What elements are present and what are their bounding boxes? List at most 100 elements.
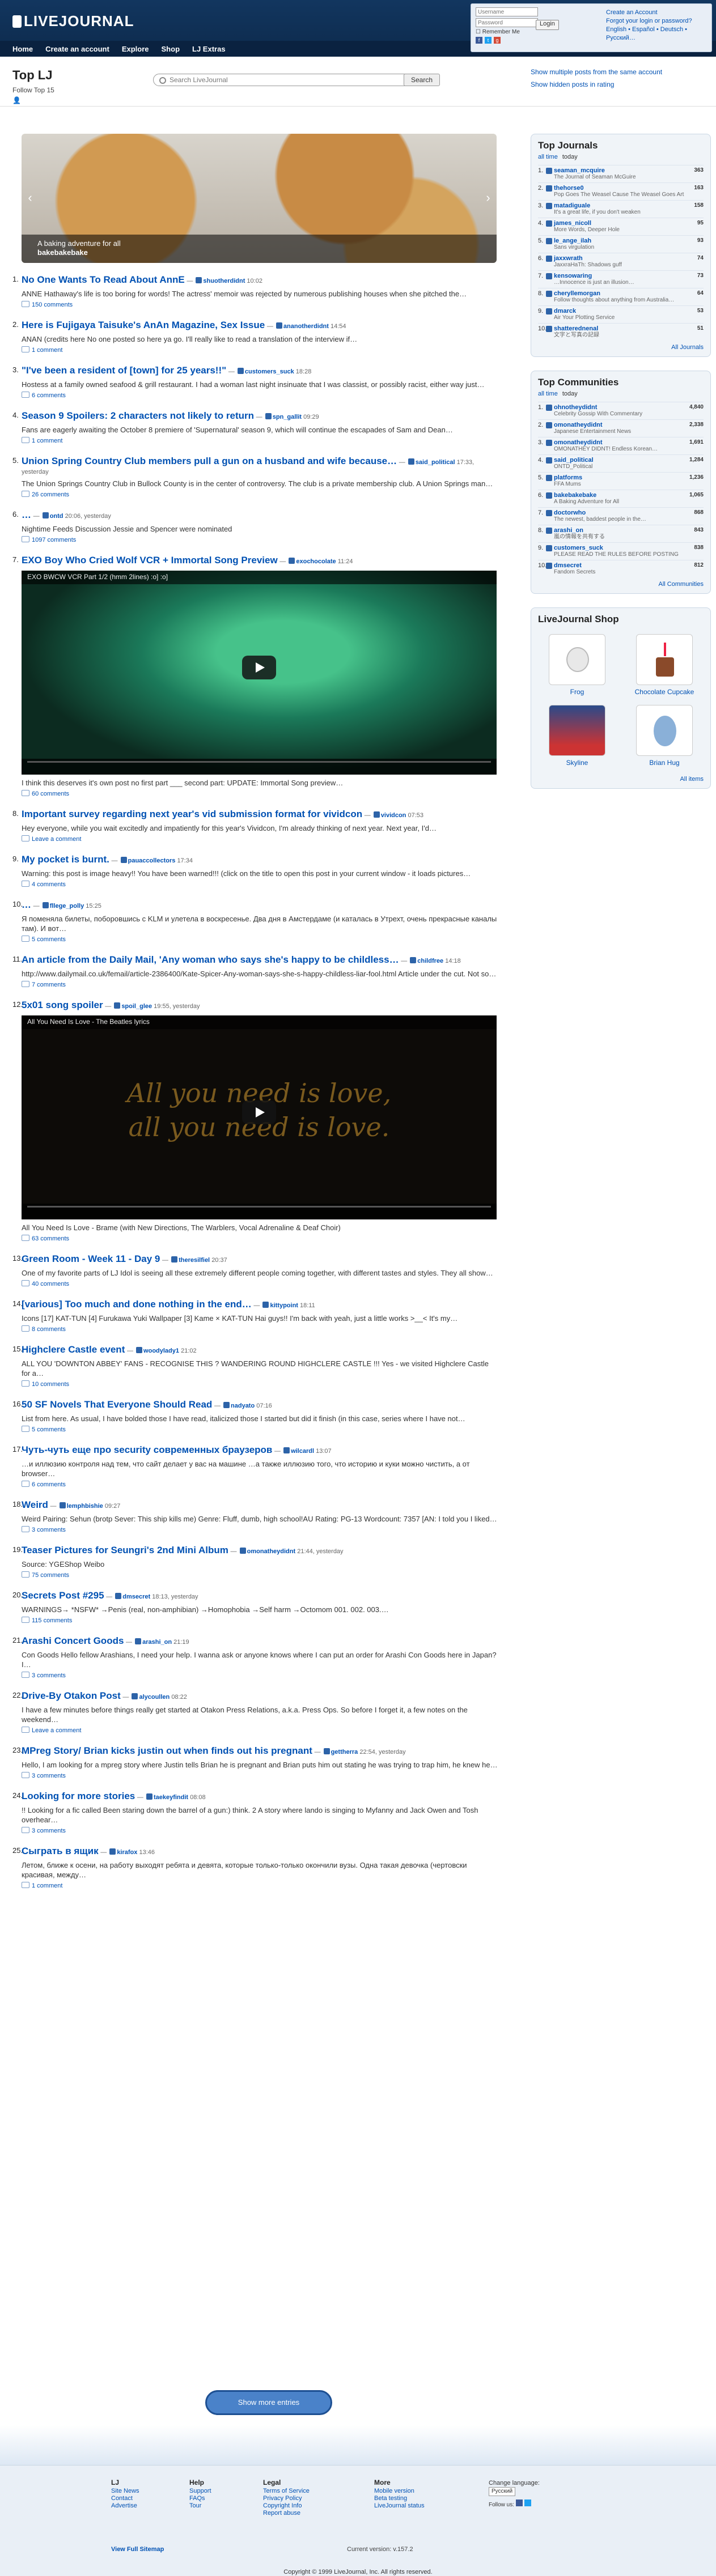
post-comments-link[interactable]: 115 comments [22, 1617, 499, 1624]
ranking-name[interactable]: jaxxwrath [554, 255, 684, 262]
post-title[interactable]: Teaser Pictures for Seungri's 2nd Mini A… [22, 1545, 228, 1555]
search-button[interactable]: Search [404, 74, 440, 86]
follow-top-link[interactable]: Follow Top 15 [12, 86, 54, 94]
show-multiple-posts-link[interactable]: Show multiple posts from the same accoun… [531, 66, 662, 78]
footer-link[interactable]: Advertise [111, 2502, 139, 2510]
shop-item-label[interactable]: Frog [570, 688, 584, 696]
ranking-name[interactable]: le_ange_ilah [554, 237, 684, 244]
search-input[interactable]: Search LiveJournal [153, 74, 420, 86]
show-more-button[interactable]: Show more entries [205, 2390, 332, 2415]
post-title[interactable]: Сыграть в ящик [22, 1846, 99, 1856]
post-comments-link[interactable]: 75 comments [22, 1571, 499, 1579]
post-comments-link[interactable]: 1 comment [22, 1882, 499, 1889]
post-author[interactable]: theresilfiel [179, 1257, 210, 1264]
shop-item-label[interactable]: Skyline [566, 759, 588, 767]
shop-item-label[interactable]: Chocolate Cupcake [635, 688, 694, 696]
footer-link[interactable]: Privacy Policy [263, 2495, 310, 2502]
ranking-name[interactable]: customers_suck [554, 545, 684, 551]
post-comments-link[interactable]: 150 comments [22, 301, 499, 308]
shop-item[interactable]: Frog [538, 634, 616, 696]
create-account-link[interactable]: Create an Account [606, 8, 711, 17]
post-comments-link[interactable]: 5 comments [22, 1426, 499, 1433]
post-comments-link[interactable]: 7 comments [22, 981, 499, 988]
ranking-name[interactable]: said_political [554, 457, 684, 464]
tab-all-time[interactable]: all time [538, 390, 558, 397]
login-button[interactable]: Login [536, 20, 559, 30]
post-title[interactable]: 50 SF Novels That Everyone Should Read [22, 1399, 212, 1410]
post-author[interactable]: exochocolate [296, 558, 336, 565]
shop-item[interactable]: Brian Hug [625, 705, 704, 767]
google-icon[interactable]: g [494, 37, 501, 44]
twitter-icon[interactable]: t [485, 37, 492, 44]
post-author[interactable]: vividcon [381, 812, 406, 819]
nav-shop[interactable]: Shop [162, 45, 180, 53]
post-comments-link[interactable]: 3 comments [22, 1672, 499, 1679]
post-title[interactable]: Season 9 Spoilers: 2 characters not like… [22, 410, 254, 421]
post-title[interactable]: Чуть-чуть еще про security современных б… [22, 1444, 272, 1455]
video-player[interactable]: EXO BWCW VCR Part 1/2 (hmm 2lines) :o] :… [22, 571, 497, 775]
all-journals-link[interactable]: All Journals [538, 344, 704, 351]
language-links[interactable]: English • Español • Deutsch • Русский… [606, 25, 711, 42]
tab-all-time[interactable]: all time [538, 154, 558, 160]
tab-today[interactable]: today [562, 154, 578, 160]
post-title[interactable]: "I've been a resident of [town] for 25 y… [22, 365, 226, 376]
post-title[interactable]: Highclere Castle event [22, 1344, 125, 1355]
footer-link[interactable]: Terms of Service [263, 2488, 310, 2495]
post-comments-link[interactable]: 4 comments [22, 881, 499, 888]
featured-post-image[interactable]: ‹ › A baking adventure for all bakebakebake [22, 134, 497, 263]
twitter-icon[interactable] [524, 2500, 532, 2506]
post-author[interactable]: gettherra [331, 1749, 358, 1755]
password-input[interactable] [476, 18, 538, 27]
ranking-name[interactable]: omonatheydidnt [554, 422, 684, 428]
post-author[interactable]: customers_suck [245, 368, 294, 375]
shop-item-label[interactable]: Brian Hug [649, 759, 679, 767]
nav-create-account[interactable]: Create an account [45, 45, 109, 53]
video-progress[interactable] [27, 761, 491, 763]
post-title[interactable]: [various] Too much and done nothing in t… [22, 1299, 252, 1310]
post-title[interactable]: Arashi Concert Goods [22, 1635, 124, 1646]
shop-item[interactable]: Chocolate Cupcake [625, 634, 704, 696]
footer-link[interactable]: Mobile version [374, 2488, 425, 2495]
post-comments-link[interactable]: 8 comments [22, 1325, 499, 1333]
ranking-name[interactable]: kensowaring [554, 273, 684, 279]
post-comments-link[interactable]: 5 comments [22, 936, 499, 943]
ranking-name[interactable]: doctorwho [554, 509, 684, 516]
post-title[interactable]: EXO Boy Who Cried Wolf VCR + Immortal So… [22, 555, 278, 566]
post-title[interactable]: … [22, 509, 31, 520]
post-comments-link[interactable]: 60 comments [22, 790, 499, 797]
tab-today[interactable]: today [562, 390, 578, 397]
post-title[interactable]: Here is Fujigaya Taisuke's AnAn Magazine… [22, 320, 265, 330]
video-player[interactable]: All You Need Is Love - The Beatles lyric… [22, 1015, 497, 1219]
video-controls[interactable] [22, 759, 497, 775]
post-author[interactable]: childfree [417, 958, 443, 964]
ranking-name[interactable]: matadiguale [554, 202, 684, 209]
footer-link[interactable]: Beta testing [374, 2495, 425, 2502]
facebook-icon[interactable] [516, 2500, 523, 2506]
post-author[interactable]: taekeyfindit [154, 1794, 188, 1801]
nav-explore[interactable]: Explore [122, 45, 149, 53]
next-arrow-icon[interactable]: › [483, 190, 493, 206]
featured-author[interactable]: bakebakebake [37, 248, 88, 257]
post-author[interactable]: spn_gallit [273, 414, 302, 420]
post-title[interactable]: Secrets Post #295 [22, 1590, 104, 1601]
post-comments-link[interactable]: 10 comments [22, 1380, 499, 1388]
post-author[interactable]: lemphbishie [67, 1503, 103, 1510]
post-author[interactable]: nadyato [231, 1402, 255, 1409]
post-author[interactable]: said_political [416, 459, 455, 466]
post-comments-link[interactable]: Leave a comment [22, 835, 499, 843]
post-title[interactable]: Weird [22, 1499, 48, 1510]
post-comments-link[interactable]: 1097 comments [22, 536, 499, 543]
forgot-password-link[interactable]: Forgot your login or password? [606, 17, 711, 25]
prev-arrow-icon[interactable]: ‹ [25, 190, 35, 206]
post-author[interactable]: shuotherdidnt [203, 278, 245, 284]
ranking-name[interactable]: arashi_on [554, 527, 684, 534]
logo[interactable]: LIVEJOURNAL [12, 12, 134, 30]
footer-link[interactable]: Tour [189, 2502, 211, 2510]
post-title[interactable]: … [22, 899, 31, 910]
footer-link[interactable]: Support [189, 2488, 211, 2495]
video-progress[interactable] [27, 1206, 491, 1208]
post-comments-link[interactable]: 1 comment [22, 346, 499, 354]
post-comments-link[interactable]: 3 comments [22, 1827, 499, 1834]
footer-link[interactable]: Site News [111, 2488, 139, 2495]
post-author[interactable]: pauaccollectors [128, 857, 176, 864]
